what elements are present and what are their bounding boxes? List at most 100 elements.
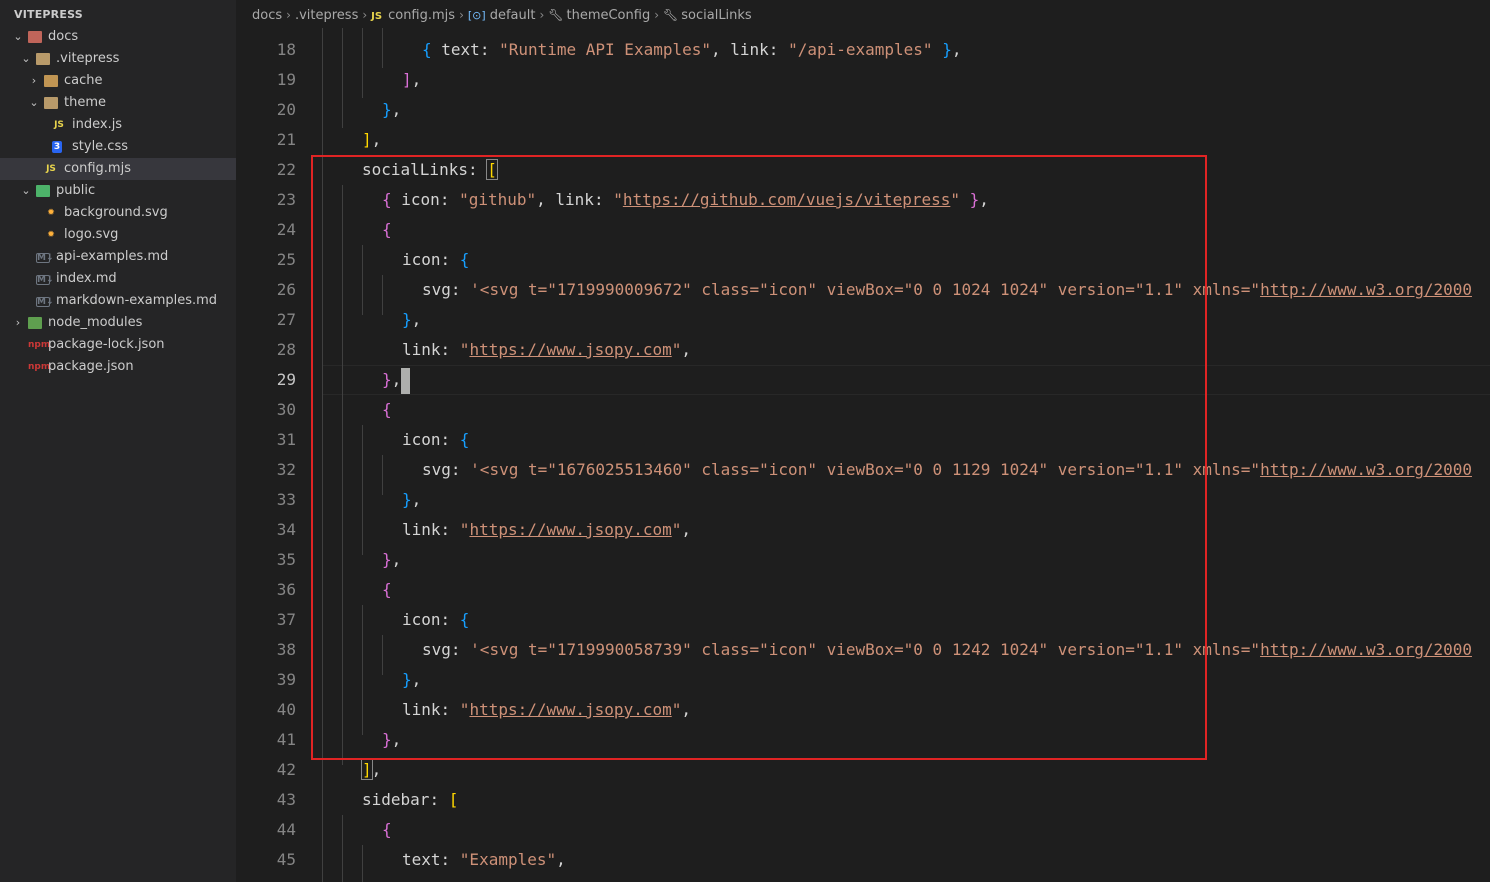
chevron-down-icon[interactable]: ⌄	[10, 26, 26, 48]
chevron-right-icon: ›	[654, 8, 660, 22]
indent-guide	[362, 605, 363, 735]
breadcrumb-item-config[interactable]: config.mjs	[388, 1, 455, 31]
code-line[interactable]: },	[382, 725, 401, 755]
line-number: 33	[276, 490, 296, 509]
tree-item-label: markdown-examples.md	[56, 293, 218, 308]
line-number: 21	[276, 130, 296, 149]
markdown-file-icon: M↓	[36, 275, 54, 285]
tree-item[interactable]: ⌄ public	[0, 180, 236, 202]
tree-item[interactable]: M↓ api-examples.md	[0, 246, 236, 268]
indent-guide	[382, 635, 383, 675]
tree-item[interactable]: M↓ index.md	[0, 268, 236, 290]
chevron-right-icon[interactable]: ›	[10, 312, 26, 334]
link-url[interactable]: https://github.com/vuejs/vitepress	[623, 190, 951, 209]
tree-item[interactable]: M↓ markdown-examples.md	[0, 290, 236, 312]
code-line[interactable]: },	[402, 305, 421, 335]
line-number: 30	[276, 400, 296, 419]
tree-item[interactable]: JS config.mjs	[0, 158, 236, 180]
svg-file-icon: ✹	[47, 230, 55, 240]
tree-item[interactable]: ✹ background.svg	[0, 202, 236, 224]
line-number: 32	[276, 460, 296, 479]
tree-item-label: .vitepress	[56, 51, 120, 66]
breadcrumb-item-themeconfig[interactable]: themeConfig	[566, 1, 650, 31]
tree-item-label: style.css	[72, 139, 128, 154]
code-line[interactable]: link: "https://www.jsopy.com",	[402, 695, 691, 725]
line-number: 29	[276, 370, 296, 389]
tree-item[interactable]: ⌄ .vitepress	[0, 48, 236, 70]
link-url[interactable]: http://www.w3.org/2000	[1260, 460, 1472, 479]
code-line[interactable]: sidebar: [	[362, 785, 458, 815]
breadcrumb-item-sociallinks[interactable]: socialLinks	[681, 1, 751, 31]
chevron-down-icon[interactable]: ⌄	[18, 48, 34, 70]
text-cursor	[401, 367, 411, 394]
code-line[interactable]: {	[382, 215, 392, 245]
code-line[interactable]: svg: '<svg t="1719990058739" class="icon…	[422, 635, 1472, 665]
code-line[interactable]: link: "https://www.jsopy.com",	[402, 515, 691, 545]
breadcrumb-item-default[interactable]: default	[490, 1, 536, 31]
code-line[interactable]: icon: {	[402, 245, 469, 275]
chevron-down-icon[interactable]: ⌄	[18, 180, 34, 202]
npm-file-icon: npm	[28, 362, 51, 372]
chevron-right-icon[interactable]: ›	[26, 70, 42, 92]
link-url[interactable]: https://www.jsopy.com	[469, 340, 671, 359]
tree-item-label: logo.svg	[64, 227, 119, 242]
code-line[interactable]: icon: {	[402, 605, 469, 635]
folder-open-icon	[36, 185, 50, 197]
tree-item-label: docs	[48, 29, 79, 44]
chevron-right-icon: ›	[286, 8, 291, 22]
chevron-down-icon[interactable]: ⌄	[26, 92, 42, 114]
line-number: 28	[276, 340, 296, 359]
code-line[interactable]: { icon: "github", link: "https://github.…	[382, 185, 989, 215]
tree-item[interactable]: npm package-lock.json	[0, 334, 236, 356]
code-line[interactable]: text: "Examples",	[402, 845, 566, 875]
code-line[interactable]: },	[382, 365, 411, 395]
link-url[interactable]: https://www.jsopy.com	[469, 520, 671, 539]
tree-item[interactable]: 3 style.css	[0, 136, 236, 158]
code-line[interactable]: ],	[361, 755, 381, 785]
markdown-file-icon: M↓	[36, 297, 54, 307]
breadcrumb-item-vitepress[interactable]: .vitepress	[295, 1, 358, 31]
tree-item[interactable]: ⌄ docs	[0, 26, 236, 48]
link-url[interactable]: http://www.w3.org/2000	[1260, 640, 1472, 659]
line-number: 27	[276, 310, 296, 329]
code-line[interactable]: link: "https://www.jsopy.com",	[402, 335, 691, 365]
code-line[interactable]: {	[382, 575, 392, 605]
line-number: 20	[276, 100, 296, 119]
code-line[interactable]: {	[382, 815, 392, 845]
code-line[interactable]: ],	[362, 125, 381, 155]
tree-item-label: index.js	[72, 117, 123, 132]
tree-item-label: background.svg	[64, 205, 168, 220]
link-url[interactable]: http://www.w3.org/2000	[1260, 280, 1472, 299]
code-line[interactable]: },	[402, 485, 421, 515]
code-line[interactable]: socialLinks: [	[362, 155, 498, 185]
chevron-right-icon: ›	[362, 8, 368, 22]
code-line[interactable]: },	[402, 665, 421, 695]
indent-guide	[342, 185, 343, 765]
indent-guide	[382, 28, 383, 68]
code-line[interactable]: },	[382, 95, 401, 125]
tree-item[interactable]: ⌄ theme	[0, 92, 236, 114]
folder-icon	[44, 75, 58, 87]
tree-item[interactable]: ✹ logo.svg	[0, 224, 236, 246]
link-url[interactable]: https://www.jsopy.com	[469, 700, 671, 719]
line-number: 34	[276, 520, 296, 539]
code-line[interactable]: {	[382, 395, 392, 425]
code-line[interactable]: icon: {	[402, 425, 469, 455]
tree-item[interactable]: JS index.js	[0, 114, 236, 136]
tree-item-label: package.json	[48, 359, 134, 374]
code-line[interactable]: },	[382, 545, 401, 575]
breadcrumb-item-docs[interactable]: docs	[252, 1, 282, 31]
code-line[interactable]: { text: "Runtime API Examples", link: "/…	[422, 35, 961, 65]
tree-item[interactable]: npm package.json	[0, 356, 236, 378]
code-line[interactable]: ],	[402, 65, 421, 95]
tree-item[interactable]: › cache	[0, 70, 236, 92]
current-line-highlight	[322, 365, 1490, 395]
tree-item[interactable]: › node_modules	[0, 312, 236, 334]
code-line[interactable]: svg: '<svg t="1676025513460" class="icon…	[422, 455, 1472, 485]
code-editor[interactable]: 18 19 20 21 22 23 24 25 26 27 28 29 30 31 32 33 34 35 36 37…	[236, 28, 1490, 882]
indent-guide	[362, 28, 363, 98]
folder-open-icon	[44, 97, 58, 109]
explorer-title[interactable]: VITEPRESS	[14, 8, 83, 21]
code-line[interactable]: svg: '<svg t="1719990009672" class="icon…	[422, 275, 1472, 305]
tree-item-label: api-examples.md	[56, 249, 169, 264]
